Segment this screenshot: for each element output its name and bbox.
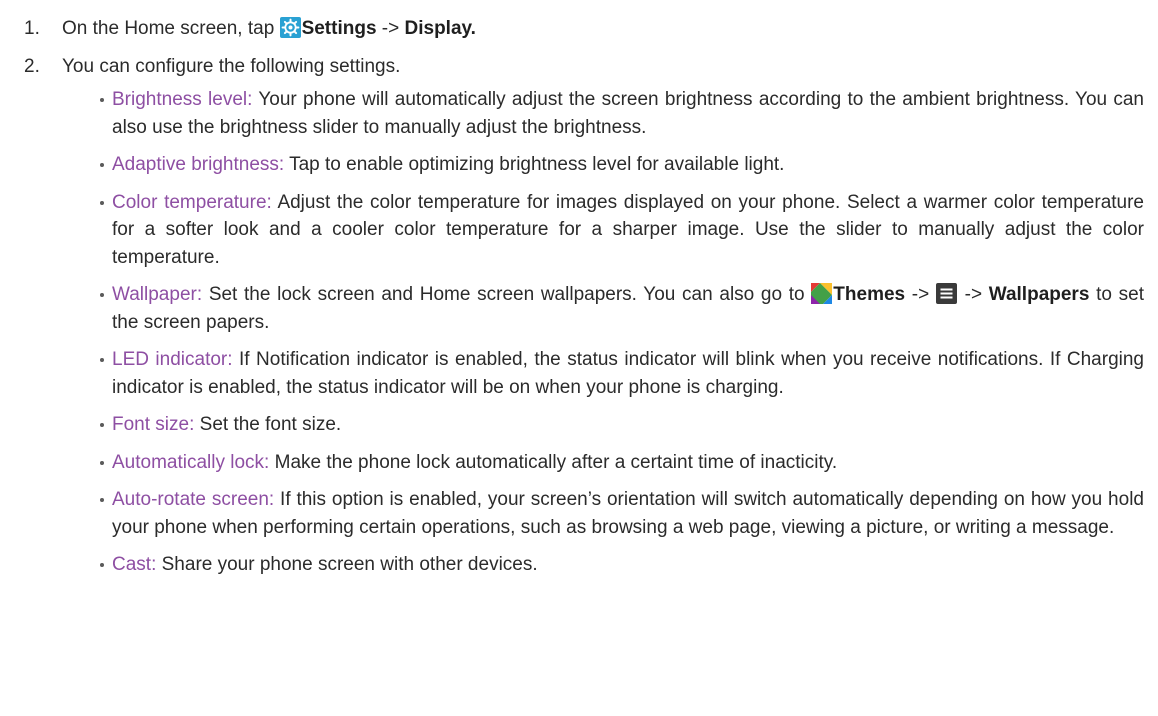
description: Set the lock screen and Home screen wall… xyxy=(202,284,812,305)
list-item-auto-rotate-screen: Auto-rotate screen: If this option is en… xyxy=(100,486,1144,541)
list-item-cast: Cast: Share your phone screen with other… xyxy=(100,551,1144,579)
settings-label: Settings xyxy=(301,18,377,39)
display-label: Display. xyxy=(404,18,476,39)
description: Your phone will automatically adjust the… xyxy=(112,89,1144,138)
document-page: 1. On the Home screen, tap Settings -> D… xyxy=(0,0,1158,716)
step-prefix: On the Home screen, tap xyxy=(62,18,280,39)
themes-icon xyxy=(811,283,833,304)
arrow: -> xyxy=(905,284,936,305)
term: Wallpaper: xyxy=(112,284,203,305)
step-text: You can configure the following settings… xyxy=(62,55,401,77)
step-number: 2. xyxy=(24,55,40,77)
menu-icon xyxy=(935,283,957,304)
list-item-automatically-lock: Automatically lock: Make the phone lock … xyxy=(100,449,1144,477)
list-item-color-temperature: Color temperature: Adjust the color temp… xyxy=(100,189,1144,272)
settings-gear-icon xyxy=(279,17,301,38)
list-item-brightness-level: Brightness level: Your phone will automa… xyxy=(100,86,1144,141)
description: Set the font size. xyxy=(194,414,342,435)
step-1: 1. On the Home screen, tap Settings -> D… xyxy=(24,15,1144,43)
term: Automatically lock: xyxy=(112,451,270,473)
step-2: 2. You can configure the following setti… xyxy=(24,53,1144,81)
wallpapers-label: Wallpapers xyxy=(988,284,1090,305)
list-item-adaptive-brightness: Adaptive brightness: Tap to enable optim… xyxy=(100,151,1144,179)
term: Auto-rotate screen: xyxy=(112,489,275,510)
description: Make the phone lock automatically after … xyxy=(269,451,838,473)
arrow: -> xyxy=(376,18,405,39)
term: Brightness level: xyxy=(112,89,253,110)
list-item-led-indicator: LED indicator: If Notification indicator… xyxy=(100,346,1144,401)
list-item-font-size: Font size: Set the font size. xyxy=(100,411,1144,439)
term: Color temperature: xyxy=(112,191,272,213)
term: LED indicator: xyxy=(112,349,233,370)
description: Share your phone screen with other devic… xyxy=(156,554,538,575)
term: Font size: xyxy=(112,414,195,435)
step-text: On the Home screen, tap Settings -> Disp… xyxy=(62,15,1144,43)
description: If Notification indicator is enabled, th… xyxy=(112,349,1144,398)
step-number: 1. xyxy=(24,18,40,39)
themes-label: Themes xyxy=(833,284,906,305)
description: Tap to enable optimizing brightness leve… xyxy=(284,154,785,175)
arrow: -> xyxy=(957,284,989,305)
list-item-wallpaper: Wallpaper: Set the lock screen and Home … xyxy=(100,281,1144,336)
settings-list: Brightness level: Your phone will automa… xyxy=(24,86,1144,579)
term: Cast: xyxy=(112,554,157,575)
term: Adaptive brightness: xyxy=(112,154,285,175)
